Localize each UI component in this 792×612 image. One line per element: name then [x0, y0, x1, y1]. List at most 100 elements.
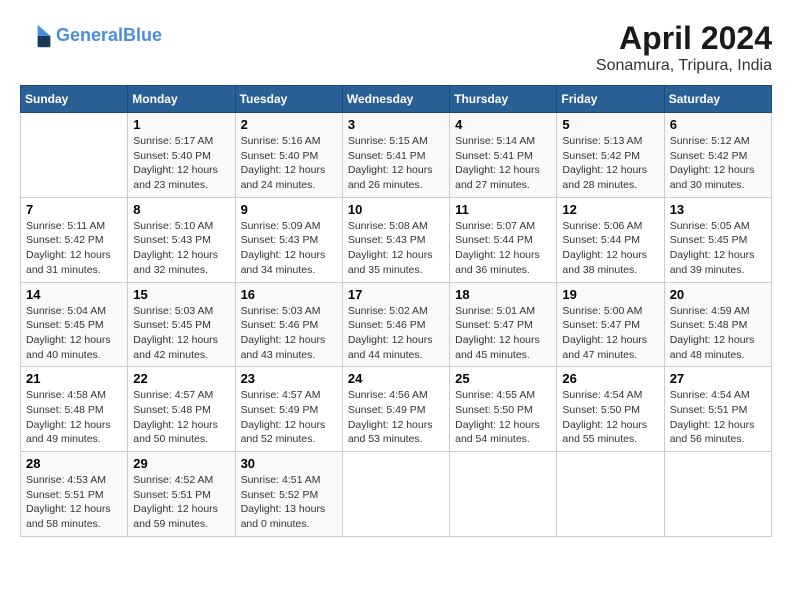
day-number: 16	[241, 287, 337, 302]
calendar-cell: 3 Sunrise: 5:15 AM Sunset: 5:41 PM Daylig…	[342, 113, 449, 198]
day-info: Sunrise: 4:59 AM Sunset: 5:48 PM Dayligh…	[670, 304, 766, 363]
calendar-cell: 13 Sunrise: 5:05 AM Sunset: 5:45 PM Dayli…	[664, 197, 771, 282]
day-number: 14	[26, 287, 122, 302]
day-number: 22	[133, 371, 229, 386]
day-info: Sunrise: 5:16 AM Sunset: 5:40 PM Dayligh…	[241, 134, 337, 193]
day-number: 4	[455, 117, 551, 132]
day-number: 8	[133, 202, 229, 217]
page-header: GeneralBlue April 2024 Sonamura, Tripura…	[20, 20, 772, 75]
day-number: 12	[562, 202, 658, 217]
col-header-friday: Friday	[557, 86, 664, 113]
day-number: 28	[26, 456, 122, 471]
day-info: Sunrise: 4:54 AM Sunset: 5:50 PM Dayligh…	[562, 388, 658, 447]
calendar-cell: 24 Sunrise: 4:56 AM Sunset: 5:49 PM Dayli…	[342, 367, 449, 452]
day-info: Sunrise: 5:11 AM Sunset: 5:42 PM Dayligh…	[26, 219, 122, 278]
day-number: 24	[348, 371, 444, 386]
day-info: Sunrise: 4:56 AM Sunset: 5:49 PM Dayligh…	[348, 388, 444, 447]
calendar-week-3: 14 Sunrise: 5:04 AM Sunset: 5:45 PM Dayli…	[21, 282, 772, 367]
calendar-cell: 16 Sunrise: 5:03 AM Sunset: 5:46 PM Dayli…	[235, 282, 342, 367]
day-info: Sunrise: 4:57 AM Sunset: 5:49 PM Dayligh…	[241, 388, 337, 447]
day-info: Sunrise: 5:05 AM Sunset: 5:45 PM Dayligh…	[670, 219, 766, 278]
day-number: 7	[26, 202, 122, 217]
day-info: Sunrise: 5:04 AM Sunset: 5:45 PM Dayligh…	[26, 304, 122, 363]
day-info: Sunrise: 5:06 AM Sunset: 5:44 PM Dayligh…	[562, 219, 658, 278]
day-info: Sunrise: 5:00 AM Sunset: 5:47 PM Dayligh…	[562, 304, 658, 363]
calendar-cell: 14 Sunrise: 5:04 AM Sunset: 5:45 PM Dayli…	[21, 282, 128, 367]
col-header-saturday: Saturday	[664, 86, 771, 113]
calendar-week-2: 7 Sunrise: 5:11 AM Sunset: 5:42 PM Daylig…	[21, 197, 772, 282]
calendar-cell: 6 Sunrise: 5:12 AM Sunset: 5:42 PM Daylig…	[664, 113, 771, 198]
day-info: Sunrise: 5:13 AM Sunset: 5:42 PM Dayligh…	[562, 134, 658, 193]
calendar-cell: 7 Sunrise: 5:11 AM Sunset: 5:42 PM Daylig…	[21, 197, 128, 282]
day-number: 15	[133, 287, 229, 302]
calendar-cell: 22 Sunrise: 4:57 AM Sunset: 5:48 PM Dayli…	[128, 367, 235, 452]
day-info: Sunrise: 4:57 AM Sunset: 5:48 PM Dayligh…	[133, 388, 229, 447]
calendar-cell	[664, 452, 771, 537]
day-info: Sunrise: 5:03 AM Sunset: 5:46 PM Dayligh…	[241, 304, 337, 363]
calendar-week-1: 1 Sunrise: 5:17 AM Sunset: 5:40 PM Daylig…	[21, 113, 772, 198]
calendar-cell: 29Sunrise: 4:52 AM Sunset: 5:51 PM Dayli…	[128, 452, 235, 537]
calendar-cell: 18 Sunrise: 5:01 AM Sunset: 5:47 PM Dayli…	[450, 282, 557, 367]
calendar-title: April 2024	[596, 20, 772, 57]
day-info: Sunrise: 5:14 AM Sunset: 5:41 PM Dayligh…	[455, 134, 551, 193]
calendar-cell: 11 Sunrise: 5:07 AM Sunset: 5:44 PM Dayli…	[450, 197, 557, 282]
calendar-table: SundayMondayTuesdayWednesdayThursdayFrid…	[20, 85, 772, 537]
calendar-cell: 8 Sunrise: 5:10 AM Sunset: 5:43 PM Daylig…	[128, 197, 235, 282]
day-info: Sunrise: 4:54 AM Sunset: 5:51 PM Dayligh…	[670, 388, 766, 447]
calendar-cell: 15Sunrise: 5:03 AM Sunset: 5:45 PM Dayli…	[128, 282, 235, 367]
day-number: 17	[348, 287, 444, 302]
calendar-cell	[21, 113, 128, 198]
day-number: 3	[348, 117, 444, 132]
day-number: 18	[455, 287, 551, 302]
calendar-week-5: 28Sunrise: 4:53 AM Sunset: 5:51 PM Dayli…	[21, 452, 772, 537]
day-info: Sunrise: 5:15 AM Sunset: 5:41 PM Dayligh…	[348, 134, 444, 193]
day-info: Sunrise: 4:58 AM Sunset: 5:48 PM Dayligh…	[26, 388, 122, 447]
day-info: Sunrise: 4:52 AM Sunset: 5:51 PM Dayligh…	[133, 473, 229, 532]
day-info: Sunrise: 5:10 AM Sunset: 5:43 PM Dayligh…	[133, 219, 229, 278]
day-number: 5	[562, 117, 658, 132]
calendar-cell: 30 Sunrise: 4:51 AM Sunset: 5:52 PM Dayli…	[235, 452, 342, 537]
day-number: 11	[455, 202, 551, 217]
logo-icon	[20, 20, 52, 52]
calendar-cell: 21 Sunrise: 4:58 AM Sunset: 5:48 PM Dayli…	[21, 367, 128, 452]
calendar-week-4: 21 Sunrise: 4:58 AM Sunset: 5:48 PM Dayli…	[21, 367, 772, 452]
calendar-cell	[342, 452, 449, 537]
calendar-subtitle: Sonamura, Tripura, India	[596, 57, 772, 75]
day-number: 1	[133, 117, 229, 132]
calendar-cell: 28Sunrise: 4:53 AM Sunset: 5:51 PM Dayli…	[21, 452, 128, 537]
calendar-header-row: SundayMondayTuesdayWednesdayThursdayFrid…	[21, 86, 772, 113]
day-number: 20	[670, 287, 766, 302]
day-number: 19	[562, 287, 658, 302]
day-number: 30	[241, 456, 337, 471]
day-info: Sunrise: 5:12 AM Sunset: 5:42 PM Dayligh…	[670, 134, 766, 193]
calendar-cell: 23 Sunrise: 4:57 AM Sunset: 5:49 PM Dayli…	[235, 367, 342, 452]
calendar-cell: 25 Sunrise: 4:55 AM Sunset: 5:50 PM Dayli…	[450, 367, 557, 452]
day-number: 2	[241, 117, 337, 132]
day-number: 25	[455, 371, 551, 386]
col-header-wednesday: Wednesday	[342, 86, 449, 113]
day-number: 21	[26, 371, 122, 386]
calendar-cell: 20 Sunrise: 4:59 AM Sunset: 5:48 PM Dayli…	[664, 282, 771, 367]
day-number: 26	[562, 371, 658, 386]
logo-text: GeneralBlue	[56, 26, 162, 46]
day-number: 6	[670, 117, 766, 132]
calendar-cell: 19 Sunrise: 5:00 AM Sunset: 5:47 PM Dayli…	[557, 282, 664, 367]
day-info: Sunrise: 5:17 AM Sunset: 5:40 PM Dayligh…	[133, 134, 229, 193]
day-info: Sunrise: 5:07 AM Sunset: 5:44 PM Dayligh…	[455, 219, 551, 278]
logo: GeneralBlue	[20, 20, 162, 52]
day-number: 23	[241, 371, 337, 386]
day-info: Sunrise: 5:01 AM Sunset: 5:47 PM Dayligh…	[455, 304, 551, 363]
day-number: 13	[670, 202, 766, 217]
day-info: Sunrise: 5:02 AM Sunset: 5:46 PM Dayligh…	[348, 304, 444, 363]
day-number: 10	[348, 202, 444, 217]
calendar-cell: 4 Sunrise: 5:14 AM Sunset: 5:41 PM Daylig…	[450, 113, 557, 198]
calendar-cell: 5 Sunrise: 5:13 AM Sunset: 5:42 PM Daylig…	[557, 113, 664, 198]
col-header-thursday: Thursday	[450, 86, 557, 113]
calendar-cell: 26 Sunrise: 4:54 AM Sunset: 5:50 PM Dayli…	[557, 367, 664, 452]
day-info: Sunrise: 5:09 AM Sunset: 5:43 PM Dayligh…	[241, 219, 337, 278]
day-number: 27	[670, 371, 766, 386]
day-info: Sunrise: 5:08 AM Sunset: 5:43 PM Dayligh…	[348, 219, 444, 278]
title-block: April 2024 Sonamura, Tripura, India	[596, 20, 772, 75]
day-info: Sunrise: 4:55 AM Sunset: 5:50 PM Dayligh…	[455, 388, 551, 447]
day-info: Sunrise: 4:51 AM Sunset: 5:52 PM Dayligh…	[241, 473, 337, 532]
